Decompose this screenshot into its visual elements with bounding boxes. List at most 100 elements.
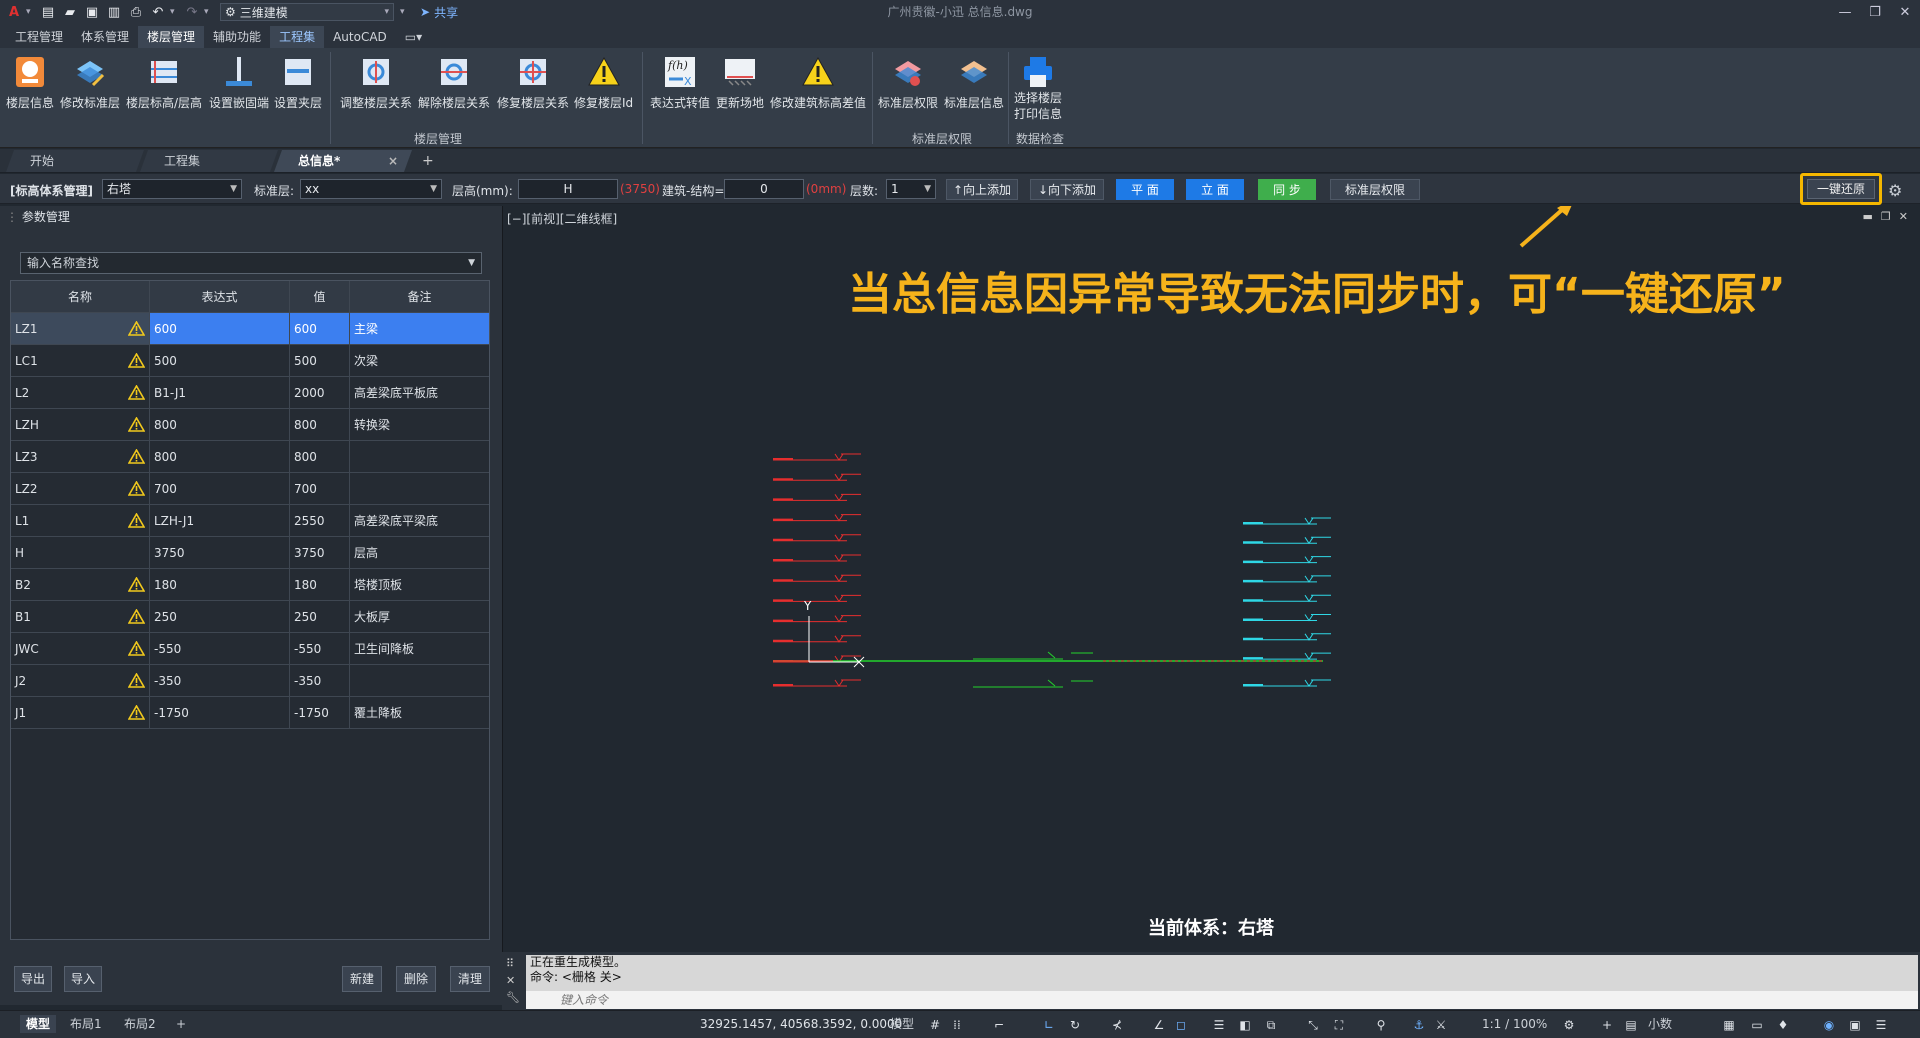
osnap-icon[interactable]: ◻ [1172, 1016, 1190, 1034]
cell-expression[interactable]: 600 [150, 313, 290, 344]
selection-cycling-icon[interactable]: ⧉ [1262, 1016, 1280, 1034]
cell-expression[interactable]: -350 [150, 665, 290, 696]
command-close-icon[interactable]: ✕ [506, 972, 520, 989]
object-track-icon[interactable]: ∠ [1150, 1016, 1168, 1034]
isolate-objects-icon[interactable]: ♦ [1774, 1016, 1792, 1034]
grid-icon[interactable]: # [926, 1016, 944, 1034]
customization-icon[interactable]: ☰ [1872, 1016, 1890, 1034]
cell-note[interactable]: 次梁 [350, 345, 489, 376]
floor-height-input[interactable]: H [518, 179, 618, 199]
clean-screen-icon[interactable]: ▣ [1846, 1016, 1864, 1034]
open-folder-icon[interactable]: ▰ [60, 2, 80, 22]
infer-icon[interactable]: ⌐ [990, 1016, 1008, 1034]
table-row[interactable]: LZ3 800 800 [11, 441, 489, 473]
set-mezzanine-button[interactable]: 设置夹层 [274, 54, 322, 124]
sync-button[interactable]: 同 步 [1258, 179, 1316, 200]
cell-value[interactable]: 800 [290, 409, 350, 440]
annotate-plus-icon[interactable]: + [1598, 1016, 1616, 1034]
table-row[interactable]: LZ2 700 700 [11, 473, 489, 505]
print-floor-info-button[interactable]: 选择楼层 打印信息 [1014, 54, 1062, 124]
new-button[interactable]: 新建 [342, 966, 382, 992]
lineweight-icon[interactable]: ☰ [1210, 1016, 1228, 1034]
workspace-gear-icon[interactable]: ⚙ [1560, 1016, 1578, 1034]
units-value[interactable]: 小数 [1648, 1015, 1672, 1033]
cell-expression[interactable]: 180 [150, 569, 290, 600]
cell-note[interactable]: 大板厚 [350, 601, 489, 632]
cell-expression[interactable]: -550 [150, 633, 290, 664]
snap-icon[interactable]: ⁞⁞ [948, 1016, 966, 1034]
add-up-button[interactable]: ↑向上添加 [946, 179, 1018, 200]
table-row[interactable]: H 3750 3750 层高 [11, 537, 489, 569]
cell-value[interactable]: 2550 [290, 505, 350, 536]
cell-value[interactable]: 800 [290, 441, 350, 472]
cell-expression[interactable]: 250 [150, 601, 290, 632]
cell-note[interactable]: 高差梁底平梁底 [350, 505, 489, 536]
repair-floor-relation-button[interactable]: 修复楼层关系 [497, 54, 569, 124]
ribbon-display-toggle[interactable]: ▭▾ [396, 26, 431, 48]
cell-note[interactable] [350, 665, 489, 696]
table-row[interactable]: L2 B1-J1 2000 高差梁底平板底 [11, 377, 489, 409]
cell-value[interactable]: -550 [290, 633, 350, 664]
add-down-button[interactable]: ↓向下添加 [1030, 179, 1104, 200]
elevation-view-button[interactable]: 立 面 [1186, 179, 1244, 200]
cell-value[interactable]: 500 [290, 345, 350, 376]
app-menu-icon[interactable]: A [4, 2, 24, 22]
tab-model[interactable]: 模型 [20, 1015, 57, 1033]
cell-value[interactable]: 180 [290, 569, 350, 600]
std-floor-permission-button[interactable]: 标准层权限 [878, 54, 938, 124]
tab-start[interactable]: 开始 [5, 150, 145, 172]
dynamic-ucs-icon[interactable]: ⛶ [1330, 1016, 1348, 1034]
table-row[interactable]: B2 180 180 塔楼顶板 [11, 569, 489, 601]
col-expression[interactable]: 表达式 [150, 281, 290, 312]
one-click-restore-button[interactable]: 一键还原 [1807, 179, 1875, 199]
cell-expression[interactable]: LZH-J1 [150, 505, 290, 536]
add-layout-button[interactable]: + [176, 1015, 186, 1033]
table-row[interactable]: L1 LZH-J1 2550 高差梁底平梁底 [11, 505, 489, 537]
update-site-button[interactable]: 更新场地 [716, 54, 764, 124]
import-button[interactable]: 导入 [64, 966, 102, 992]
redo-icon[interactable]: ↷ [182, 2, 202, 22]
cell-expression[interactable]: 500 [150, 345, 290, 376]
model-space-button[interactable]: 模型 [890, 1015, 914, 1033]
cad-drawing-area[interactable]: [−][前视][二维线框] ▬ ❐ ✕ 当总信息因异常导致无法同步时，可“一键还… [502, 206, 1920, 952]
ortho-icon[interactable]: ∟ [1040, 1016, 1058, 1034]
cell-note[interactable] [350, 441, 489, 472]
cell-expression[interactable]: 700 [150, 473, 290, 504]
save-icon[interactable]: ▣ [82, 2, 102, 22]
export-button[interactable]: 导出 [14, 966, 52, 992]
cell-expression[interactable]: B1-J1 [150, 377, 290, 408]
customize-dropdown-icon[interactable]: ▾ [400, 7, 410, 17]
cell-value[interactable]: 700 [290, 473, 350, 504]
cell-note[interactable]: 主梁 [350, 313, 489, 344]
floor-elevation-button[interactable]: 楼层标高/层高 [126, 54, 202, 124]
annotation-scale[interactable]: 1:1 / 100% [1482, 1015, 1547, 1033]
tab-project-set[interactable]: 工程集 [270, 26, 325, 48]
floor-info-button[interactable]: 楼层信息 [6, 54, 54, 124]
cell-note[interactable]: 覆土降板 [350, 697, 489, 728]
workspace-select[interactable]: ⚙ 三维建模 ▾ [220, 3, 394, 21]
command-input[interactable]: 键入命令 [526, 991, 1918, 1009]
cell-note[interactable]: 高差梁底平板底 [350, 377, 489, 408]
cell-value[interactable]: 3750 [290, 537, 350, 568]
floor-count-select[interactable]: 1 ▼ [886, 179, 936, 199]
col-name[interactable]: 名称 [11, 281, 150, 312]
share-button[interactable]: ➤ 共享 [420, 4, 458, 21]
cell-expression[interactable]: 800 [150, 441, 290, 472]
cell-value[interactable]: -350 [290, 665, 350, 696]
cell-value[interactable]: 2000 [290, 377, 350, 408]
tab-layout1[interactable]: 布局1 [70, 1015, 102, 1033]
cell-expression[interactable]: 800 [150, 409, 290, 440]
table-row[interactable]: JWC -550 -550 卫生间降板 [11, 633, 489, 665]
tab-project-set-doc[interactable]: 工程集 [139, 150, 279, 172]
table-row[interactable]: LZH 800 800 转换梁 [11, 409, 489, 441]
cell-value[interactable]: -1750 [290, 697, 350, 728]
tab-autocad[interactable]: AutoCAD [324, 26, 396, 48]
units-icon[interactable]: ▤ [1622, 1016, 1640, 1034]
undo-icon[interactable]: ↶ [148, 2, 168, 22]
expr-to-value-button[interactable]: f(h) X 表达式转值 [650, 54, 710, 124]
name-search-combo[interactable]: 输入名称查找 ▼ [20, 252, 482, 274]
col-note[interactable]: 备注 [350, 281, 489, 312]
arch-struct-diff-input[interactable]: 0 [724, 179, 804, 199]
modify-building-elevation-button[interactable]: 修改建筑标高差值 [770, 54, 866, 124]
repair-floor-id-button[interactable]: 修复楼层Id [574, 54, 633, 124]
